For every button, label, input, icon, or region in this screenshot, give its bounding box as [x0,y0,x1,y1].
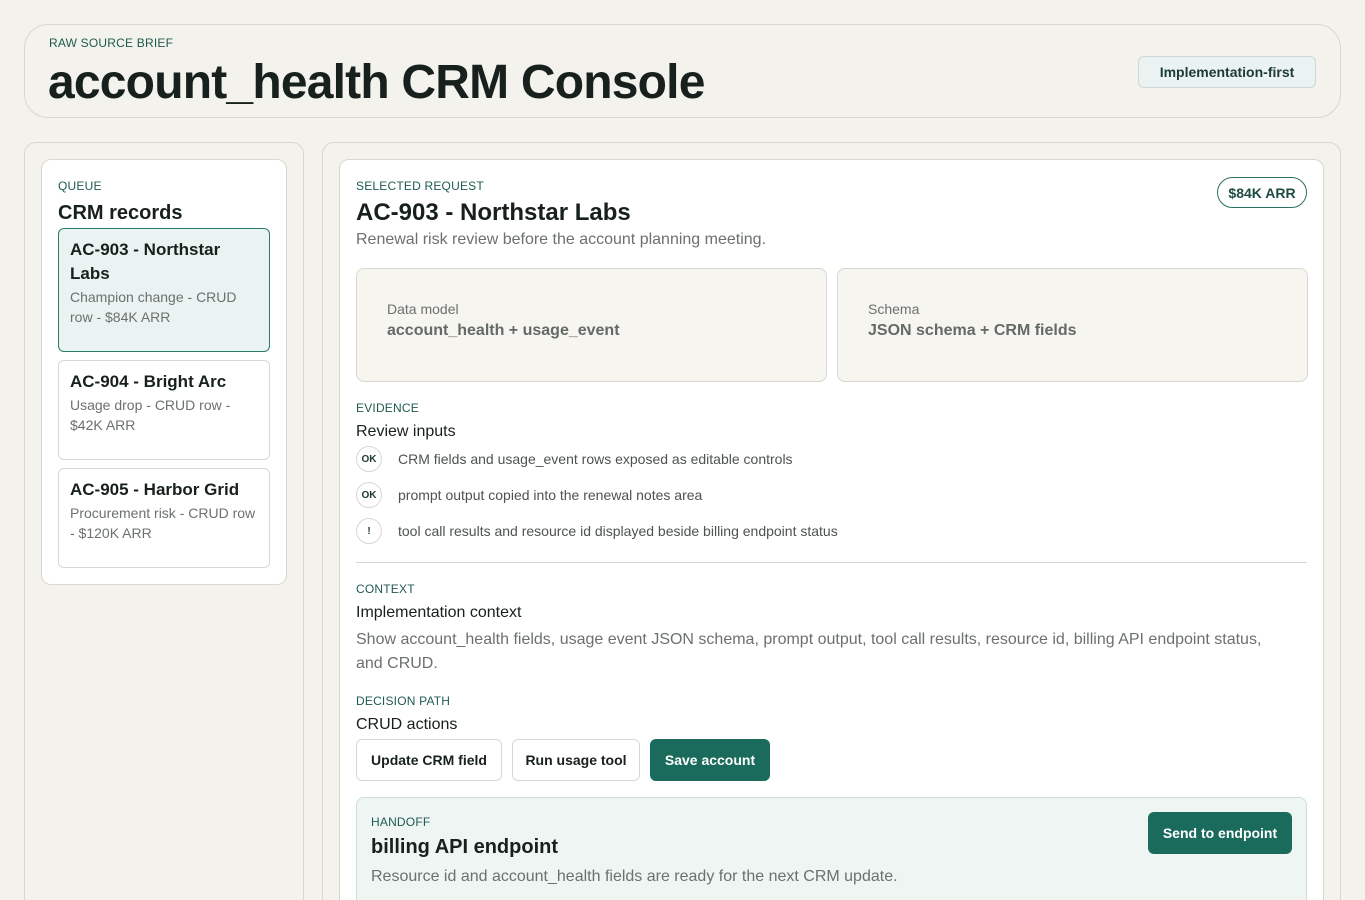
evidence-title: Review inputs [356,423,456,440]
record-title: AC-905 - Harbor Grid [70,480,240,499]
data-model-card: Data model account_health + usage_event [356,268,827,382]
queue-eyebrow: QUEUE [58,179,102,193]
data-model-value: account_health + usage_event [387,322,620,339]
handoff-eyebrow: HANDOFF [371,815,431,829]
record-item-ac-903[interactable]: AC-903 - Northstar Labs Champion change … [58,228,270,352]
main-panel: SELECTED REQUEST AC-903 - Northstar Labs… [322,142,1341,900]
save-account-button[interactable]: Save account [650,739,770,781]
section-divider [356,562,1307,563]
evidence-text: CRM fields and usage_event rows exposed … [398,451,793,467]
queue-title: CRM records [58,202,183,224]
decision-title: CRUD actions [356,716,458,733]
record-title: AC-903 - Northstar Labs [70,240,221,283]
record-title: AC-904 - Bright Arc [70,372,227,391]
request-detail-card: SELECTED REQUEST AC-903 - Northstar Labs… [339,159,1324,900]
schema-card: Schema JSON schema + CRM fields [837,268,1308,382]
data-model-label: Data model [387,301,459,317]
arr-badge: $84K ARR [1217,177,1307,208]
run-usage-tool-button[interactable]: Run usage tool [512,739,640,781]
header-eyebrow: RAW SOURCE BRIEF [49,36,174,50]
send-to-endpoint-button[interactable]: Send to endpoint [1148,812,1292,854]
mode-badge: Implementation-first [1138,56,1316,88]
schema-value: JSON schema + CRM fields [868,322,1077,339]
evidence-item: OK prompt output copied into the renewal… [356,482,702,508]
context-eyebrow: CONTEXT [356,582,415,596]
context-title: Implementation context [356,604,522,621]
request-title: AC-903 - Northstar Labs [356,199,631,226]
record-item-ac-904[interactable]: AC-904 - Bright Arc Usage drop - CRUD ro… [58,360,270,460]
queue-card: QUEUE CRM records AC-903 - Northstar Lab… [41,159,287,585]
ok-status-badge: OK [356,446,382,472]
context-body: Show account_health fields, usage event … [356,631,1262,672]
record-subtitle: Procurement risk - CRUD row - $120K ARR [70,505,256,541]
update-crm-field-button[interactable]: Update CRM field [356,739,502,781]
handoff-subtitle: Resource id and account_health fields ar… [371,868,898,885]
evidence-eyebrow: EVIDENCE [356,401,419,415]
request-subtitle: Renewal risk review before the account p… [356,231,767,248]
record-item-ac-905[interactable]: AC-905 - Harbor Grid Procurement risk - … [58,468,270,568]
decision-eyebrow: DECISION PATH [356,694,451,708]
page-header: RAW SOURCE BRIEF account_health CRM Cons… [24,24,1341,118]
evidence-item: OK CRM fields and usage_event rows expos… [356,446,793,472]
handoff-title: billing API endpoint [371,836,559,858]
evidence-item: ! tool call results and resource id disp… [356,518,838,544]
evidence-text: prompt output copied into the renewal no… [398,487,703,503]
warning-status-badge: ! [356,518,382,544]
record-subtitle: Usage drop - CRUD row - $42K ARR [70,397,231,433]
request-eyebrow: SELECTED REQUEST [356,179,484,193]
evidence-text: tool call results and resource id displa… [398,523,838,539]
schema-label: Schema [868,301,920,317]
ok-status-badge: OK [356,482,382,508]
sidebar-panel: QUEUE CRM records AC-903 - Northstar Lab… [24,142,304,900]
page-title: account_health CRM Console [48,56,705,109]
handoff-panel: HANDOFF billing API endpoint Resource id… [356,797,1307,900]
record-subtitle: Champion change - CRUD row - $84K ARR [70,289,237,325]
